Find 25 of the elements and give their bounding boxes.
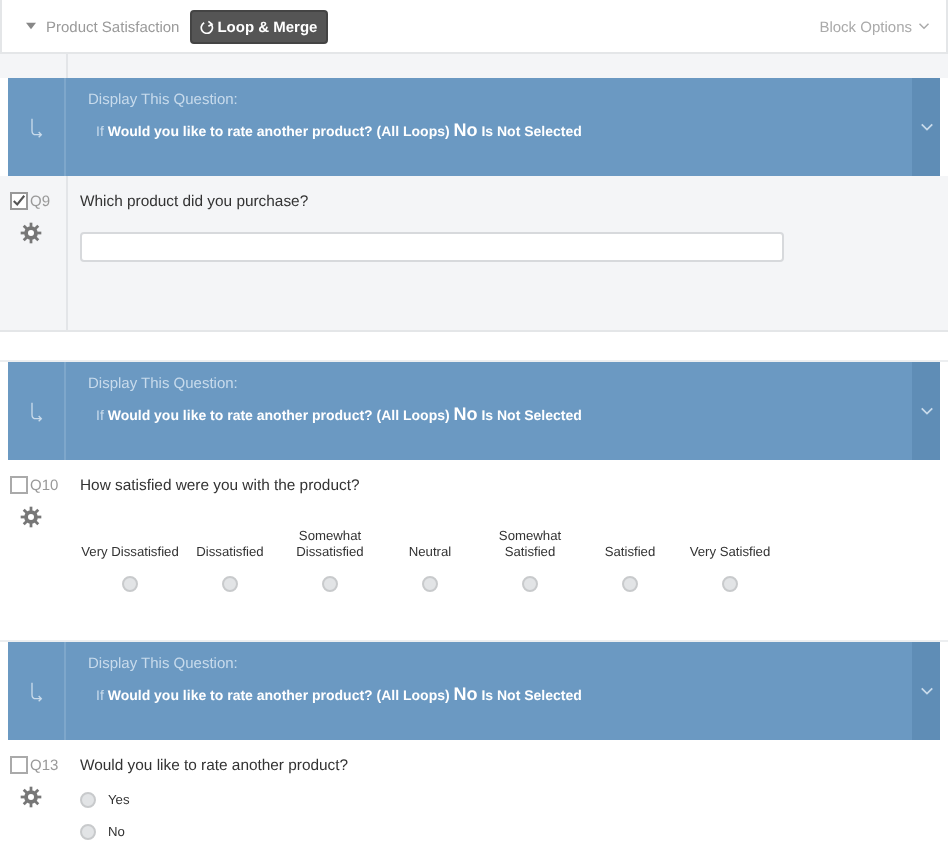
settings-icon[interactable] xyxy=(20,222,42,244)
branch-arrow-icon xyxy=(28,115,44,139)
radio-button[interactable] xyxy=(322,576,338,592)
settings-icon[interactable] xyxy=(20,506,42,528)
radio-button[interactable] xyxy=(522,576,538,592)
chevron-down-icon[interactable] xyxy=(919,122,933,132)
question-checkbox[interactable] xyxy=(10,476,28,494)
settings-icon[interactable] xyxy=(20,786,42,808)
question-checkbox[interactable] xyxy=(10,192,28,210)
radio-button[interactable] xyxy=(80,792,96,808)
radio-button[interactable] xyxy=(722,576,738,592)
radio-button[interactable] xyxy=(122,576,138,592)
radio-button[interactable] xyxy=(622,576,638,592)
loop-icon xyxy=(199,19,214,33)
radio-button[interactable] xyxy=(80,824,96,840)
branch-arrow-icon xyxy=(28,679,44,703)
chevron-down-icon[interactable] xyxy=(919,406,933,416)
chevron-down-icon[interactable] xyxy=(919,686,933,696)
answer-field[interactable] xyxy=(80,232,784,262)
radio-button[interactable] xyxy=(422,576,438,592)
chevron-down-icon xyxy=(918,22,930,30)
branch-arrow-icon xyxy=(28,399,44,423)
question-checkbox[interactable] xyxy=(10,756,28,774)
radio-button[interactable] xyxy=(222,576,238,592)
collapse-icon[interactable] xyxy=(26,22,36,30)
